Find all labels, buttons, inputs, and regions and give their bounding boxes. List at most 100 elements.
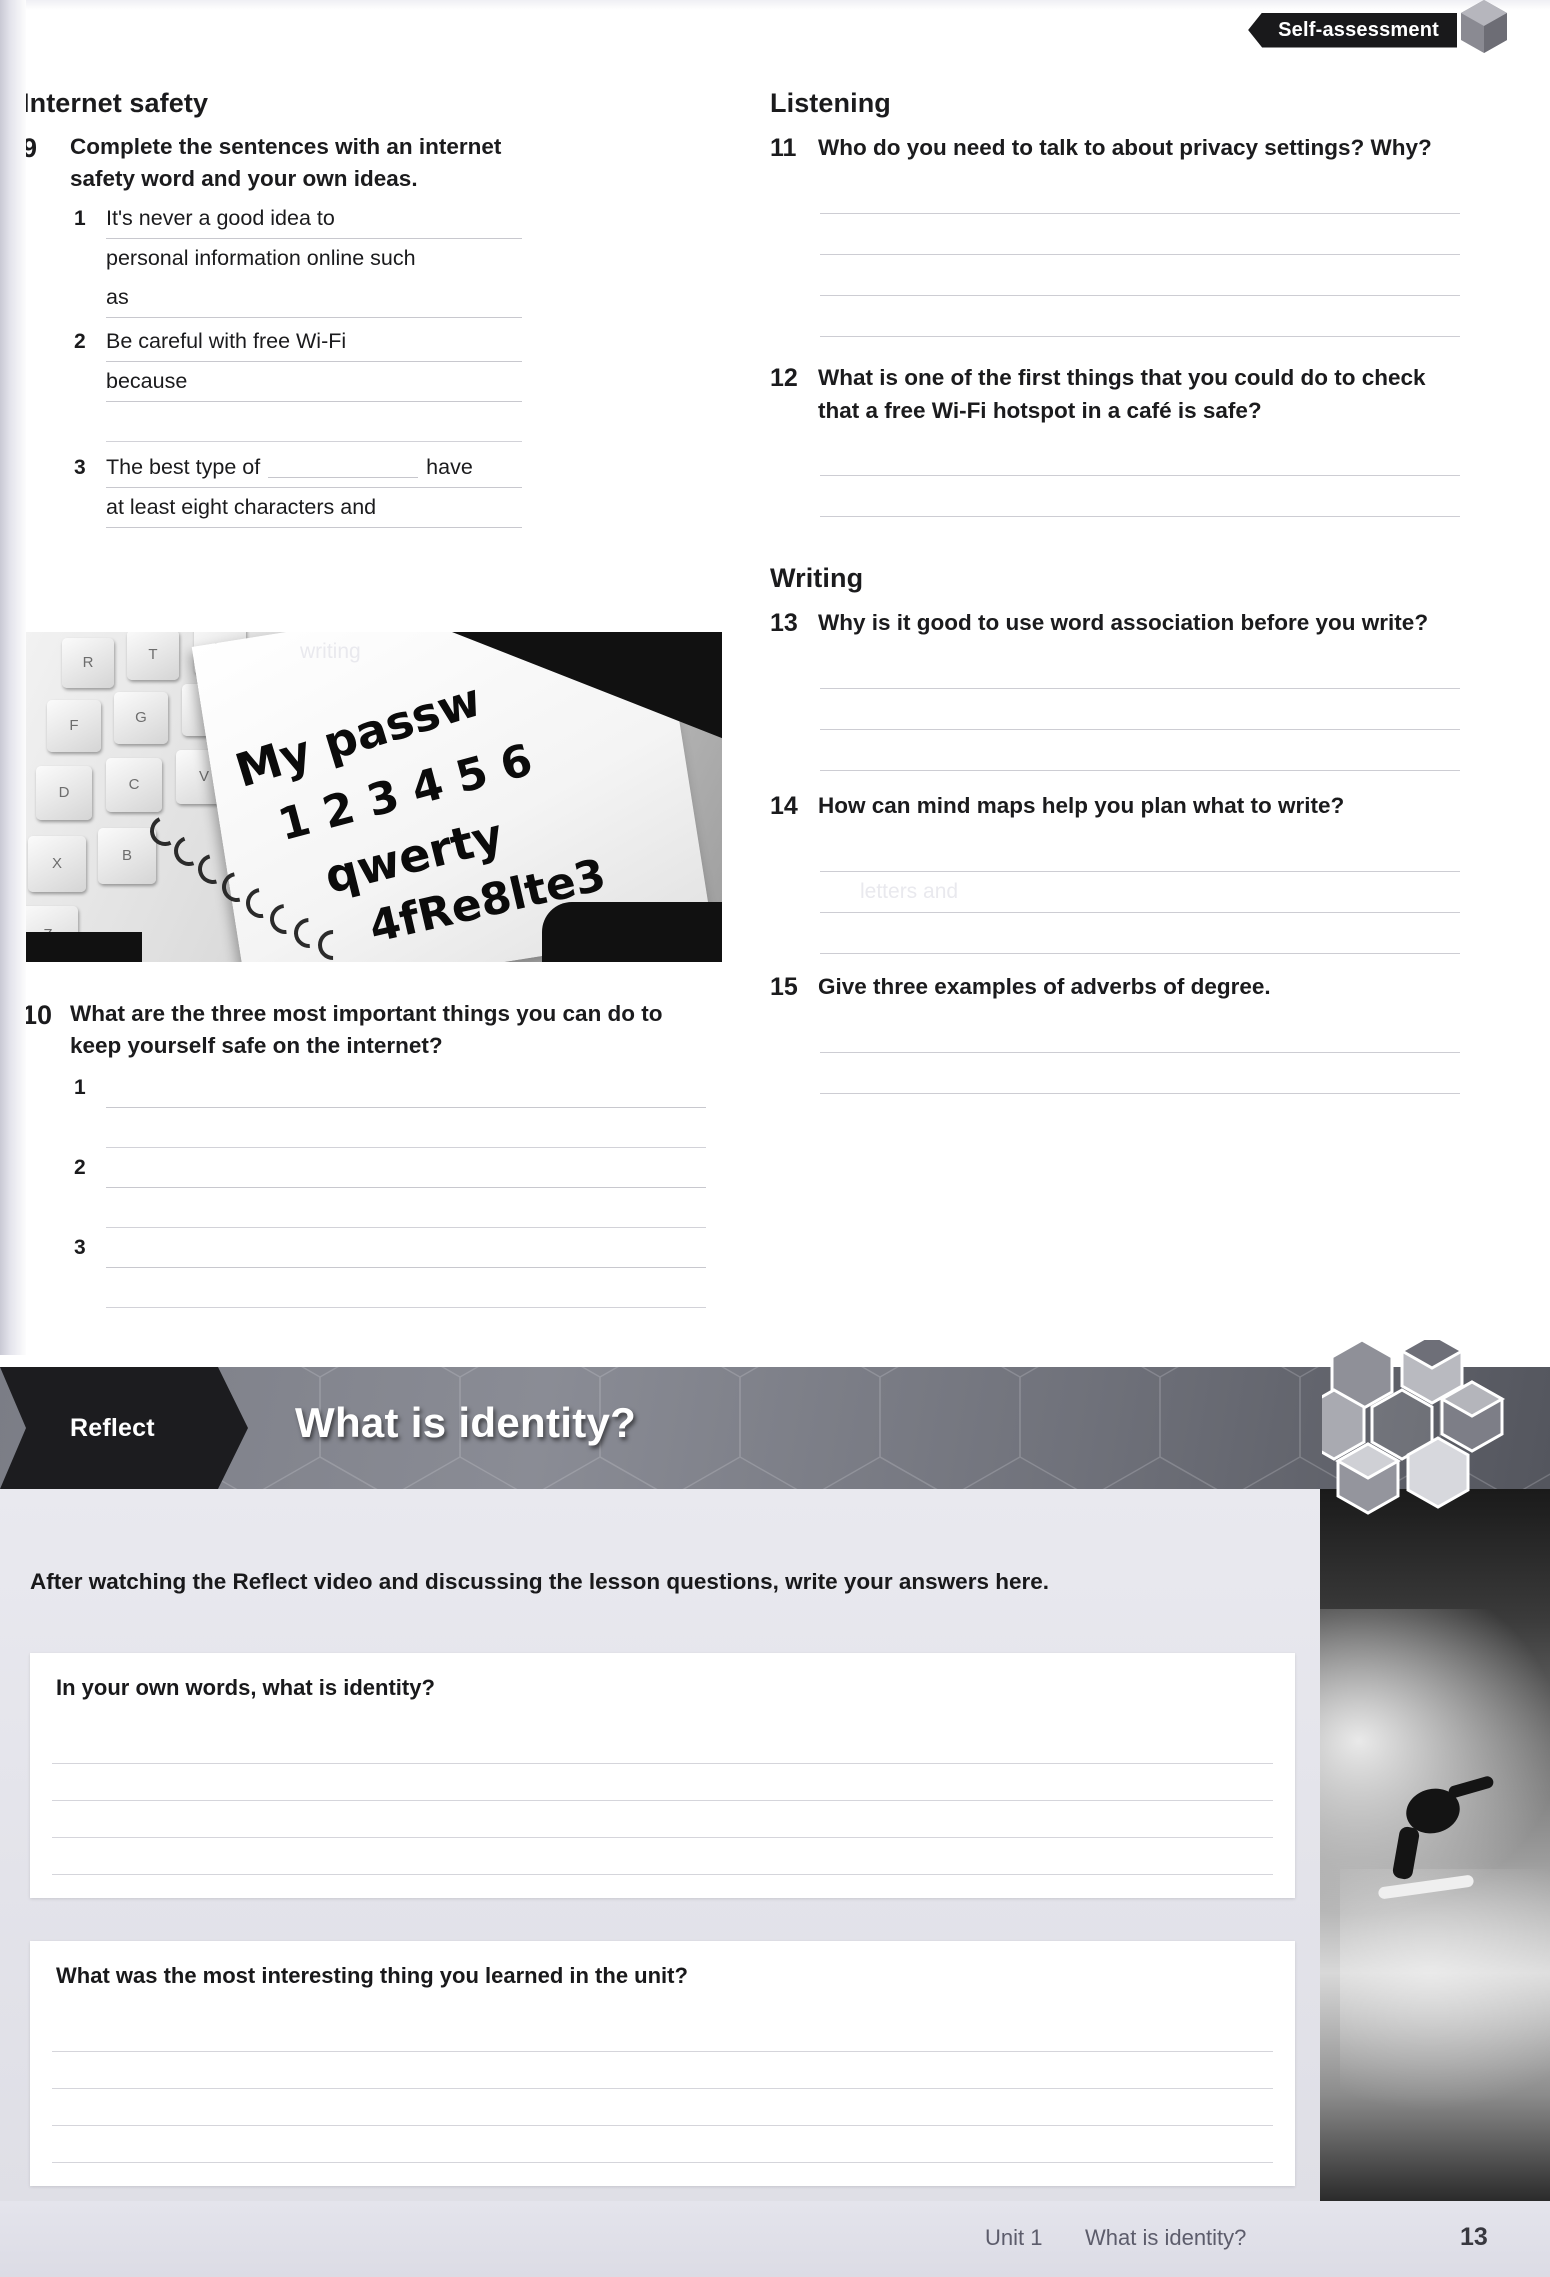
- item-text-before: Be careful with free Wi-Fi: [106, 329, 347, 353]
- hexagon-icon: [1453, 0, 1515, 58]
- keyboard-key: C: [106, 758, 162, 812]
- question-14-number: 14: [770, 792, 798, 820]
- question-15-text: Give three examples of adverbs of degree…: [818, 974, 1271, 999]
- answer-line[interactable]: [52, 1727, 1273, 1764]
- answer-line[interactable]: at least eight characters and: [106, 488, 522, 528]
- answer-line[interactable]: [106, 1108, 706, 1148]
- item-number: 2: [74, 330, 86, 353]
- answer-line[interactable]: [106, 1148, 706, 1188]
- footer-unit-label: Unit 1: [985, 2225, 1043, 2250]
- internet-safety-heading: Internet safety: [22, 88, 209, 118]
- exercise-9-number: 9: [22, 133, 38, 163]
- question-14: 14 How can mind maps help you plan what …: [770, 789, 1460, 823]
- workbook-page: Self-assessment writing letters and Inte…: [0, 0, 1550, 2277]
- item-number: 1: [74, 207, 86, 230]
- item-text-middle: because: [106, 369, 188, 393]
- reflect-body: After watching the Reflect video and dis…: [0, 1489, 1550, 2201]
- question-15-answer-lines: [820, 1012, 1460, 1094]
- keyboard-key: R: [62, 638, 114, 688]
- answer-line[interactable]: [52, 1764, 1273, 1801]
- keyboard-key: T: [127, 632, 179, 680]
- exercise-10-number: 10: [22, 1000, 53, 1030]
- answer-line[interactable]: [106, 1068, 706, 1108]
- answer-line[interactable]: [820, 648, 1460, 689]
- question-15-number: 15: [770, 973, 798, 1001]
- exercise-9-item-3: 3 The best type of have at least eight c…: [74, 448, 522, 528]
- question-13-text: Why is it good to use word association b…: [818, 610, 1429, 635]
- answer-line[interactable]: [820, 173, 1460, 214]
- answer-line[interactable]: [820, 296, 1460, 337]
- wave-crest: [1340, 1869, 1550, 2129]
- answer-line[interactable]: [106, 1228, 706, 1268]
- answer-line[interactable]: The best type of have: [106, 448, 522, 488]
- item-number: 3: [74, 1236, 86, 1259]
- reflect-answer-lines-2: [52, 2015, 1273, 2163]
- answer-line[interactable]: [820, 913, 1460, 954]
- right-column: Listening 11 Who do you need to talk to …: [770, 88, 1460, 1094]
- answer-line[interactable]: [106, 402, 522, 442]
- item-number: 3: [74, 456, 86, 479]
- answer-line[interactable]: [820, 831, 1460, 872]
- item-text-middle: personal information online such: [106, 246, 416, 270]
- exercise-10-item-1: 1: [74, 1068, 712, 1148]
- answer-line[interactable]: [820, 214, 1460, 255]
- reflect-title: What is identity?: [295, 1399, 637, 1446]
- answer-line[interactable]: [52, 2089, 1273, 2126]
- answer-line[interactable]: as: [106, 278, 522, 318]
- answer-line[interactable]: [820, 689, 1460, 730]
- answer-line[interactable]: [106, 1268, 706, 1308]
- answer-line[interactable]: [52, 1801, 1273, 1838]
- question-12: 12 What is one of the first things that …: [770, 361, 1460, 427]
- exercise-10-item-3: 3: [74, 1228, 712, 1308]
- footer-topic-label: What is identity?: [1085, 2225, 1247, 2250]
- reflect-answer-box-2[interactable]: What was the most interesting thing you …: [30, 1941, 1295, 2186]
- answer-line[interactable]: [52, 2052, 1273, 2089]
- answer-line[interactable]: [52, 1838, 1273, 1875]
- item-number: 1: [74, 1076, 86, 1099]
- listening-heading: Listening: [770, 88, 891, 118]
- question-11-answer-lines: [820, 173, 1460, 337]
- answer-line[interactable]: [820, 255, 1460, 296]
- answer-line[interactable]: [820, 1053, 1460, 1094]
- question-15: 15 Give three examples of adverbs of deg…: [770, 970, 1460, 1004]
- exercise-10: 10 What are the three most important thi…: [22, 998, 712, 1308]
- blank-field[interactable]: [268, 453, 419, 478]
- reflect-answer-lines-1: [52, 1727, 1273, 1875]
- answer-line[interactable]: [820, 435, 1460, 476]
- page-number: 13: [1460, 2223, 1488, 2251]
- scan-left-edge: [0, 0, 26, 1355]
- question-14-answer-lines: [820, 831, 1460, 954]
- item-text-before: It's never a good idea to: [106, 206, 335, 230]
- self-assessment-tab[interactable]: Self-assessment: [1248, 0, 1515, 53]
- question-13-answer-lines: [820, 648, 1460, 771]
- answer-line[interactable]: [52, 2126, 1273, 2163]
- exercise-10-instruction: What are the three most important things…: [70, 1001, 663, 1058]
- answer-line[interactable]: because: [106, 362, 522, 402]
- keyboard-password-note-photo: R T Y F G H D C V X B Z My passw 1 2 3 4…: [22, 632, 722, 962]
- exercise-9-item-2: 2 Be careful with free Wi-Fi because: [74, 322, 522, 442]
- exercise-10-item-2: 2: [74, 1148, 712, 1228]
- answer-line[interactable]: [52, 2015, 1273, 2052]
- keyboard-key: G: [114, 692, 168, 744]
- question-11: 11 Who do you need to talk to about priv…: [770, 131, 1460, 165]
- reflect-banner: Reflect What is identity?: [0, 1367, 1550, 1489]
- question-14-text: How can mind maps help you plan what to …: [818, 793, 1345, 818]
- answer-line[interactable]: [820, 1012, 1460, 1053]
- answer-line[interactable]: It's never a good idea to: [106, 199, 522, 239]
- reflect-prompt-1: In your own words, what is identity?: [56, 1675, 435, 1700]
- hexagon-cluster-icon: [1302, 1332, 1522, 1520]
- answer-line[interactable]: [820, 730, 1460, 771]
- question-11-number: 11: [770, 134, 797, 162]
- item-text-after: as: [106, 285, 129, 309]
- question-11-text: Who do you need to talk to about privacy…: [818, 135, 1432, 160]
- answer-line[interactable]: [820, 872, 1460, 913]
- answer-line[interactable]: Be careful with free Wi-Fi: [106, 322, 522, 362]
- exercise-9: 9 Complete the sentences with an interne…: [22, 131, 522, 195]
- page-footer: Unit 1 What is identity? 13: [0, 2201, 1550, 2277]
- reflect-intro-text: After watching the Reflect video and dis…: [30, 1569, 1049, 1594]
- surfer-wave-photo: [1320, 1489, 1550, 2201]
- photo-dark-corner: [22, 932, 142, 962]
- answer-line[interactable]: [106, 1188, 706, 1228]
- answer-line[interactable]: [820, 476, 1460, 517]
- reflect-answer-box-1[interactable]: In your own words, what is identity?: [30, 1653, 1295, 1898]
